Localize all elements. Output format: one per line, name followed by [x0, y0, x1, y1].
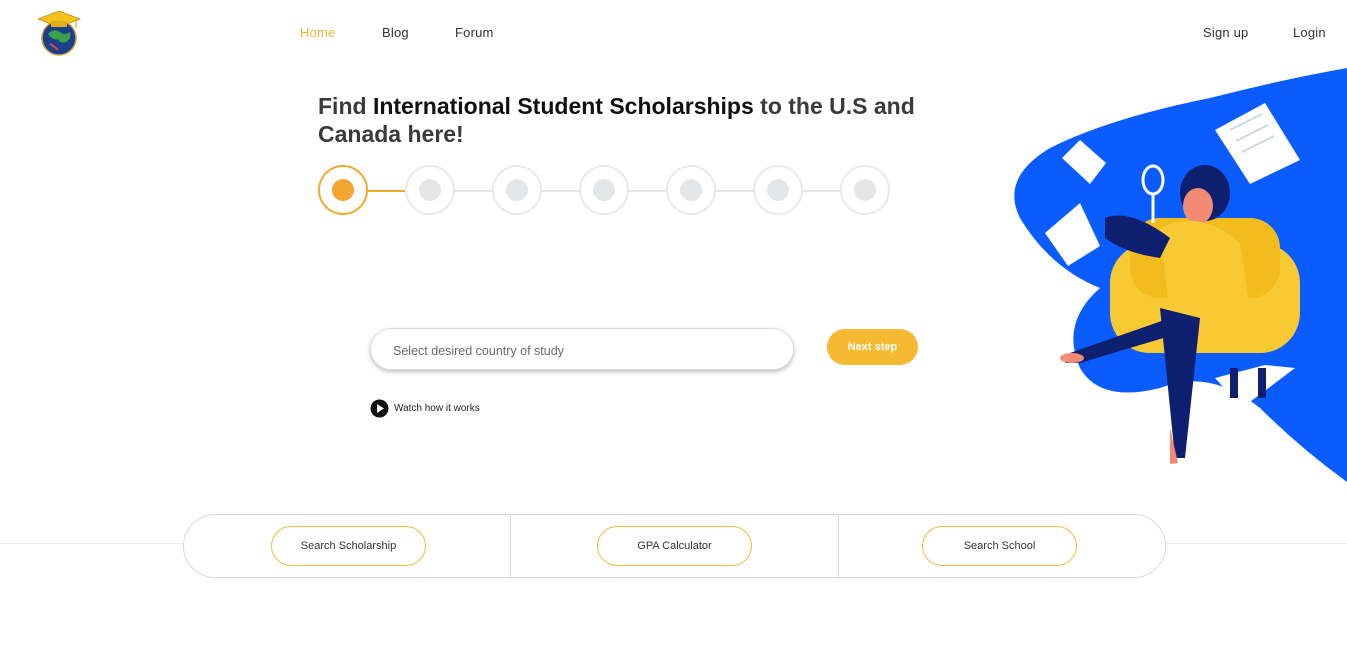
step-connector: [453, 190, 493, 192]
country-search-input[interactable]: [391, 339, 775, 363]
step-connector: [714, 190, 754, 192]
step-dot: [419, 179, 441, 201]
hero-headline: Find International Student Scholarships …: [318, 92, 938, 148]
tool-divider: [838, 515, 839, 577]
progress-stepper: [318, 165, 898, 217]
step-7: [840, 165, 890, 215]
search-school-button[interactable]: Search School: [922, 526, 1077, 566]
step-dot: [332, 179, 354, 201]
logo-icon[interactable]: [38, 8, 82, 60]
headline-text-1: Find: [318, 93, 373, 119]
play-icon: [370, 399, 389, 417]
next-step-button[interactable]: Next step: [827, 329, 918, 365]
step-3: [492, 165, 542, 215]
step-connector: [627, 190, 667, 192]
step-4: [579, 165, 629, 215]
tool-divider: [510, 515, 511, 577]
step-connector: [366, 190, 406, 192]
step-1: [318, 165, 368, 215]
nav-blog[interactable]: Blog: [382, 25, 409, 40]
login-link[interactable]: Login: [1293, 25, 1326, 40]
gpa-calculator-button[interactable]: GPA Calculator: [597, 526, 752, 566]
tools-bar: Search Scholarship GPA Calculator Search…: [183, 514, 1166, 578]
nav-home[interactable]: Home: [300, 25, 335, 40]
step-dot: [854, 179, 876, 201]
step-connector: [801, 190, 841, 192]
watch-video-label: Watch how it works: [394, 402, 480, 414]
student-reading-illustration: [1014, 68, 1347, 482]
headline-strong-text: International Student Scholarships: [372, 93, 754, 119]
step-dot: [506, 179, 528, 201]
step-dot: [767, 179, 789, 201]
step-dot: [593, 179, 615, 201]
watch-video-link[interactable]: Watch how it works: [370, 398, 480, 418]
search-scholarship-button[interactable]: Search Scholarship: [271, 526, 426, 566]
step-6: [753, 165, 803, 215]
step-connector: [540, 190, 580, 192]
country-search-box: [370, 328, 794, 370]
step-dot: [680, 179, 702, 201]
step-2: [405, 165, 455, 215]
step-5: [666, 165, 716, 215]
nav-forum[interactable]: Forum: [455, 25, 494, 40]
sign-up-link[interactable]: Sign up: [1203, 25, 1249, 40]
